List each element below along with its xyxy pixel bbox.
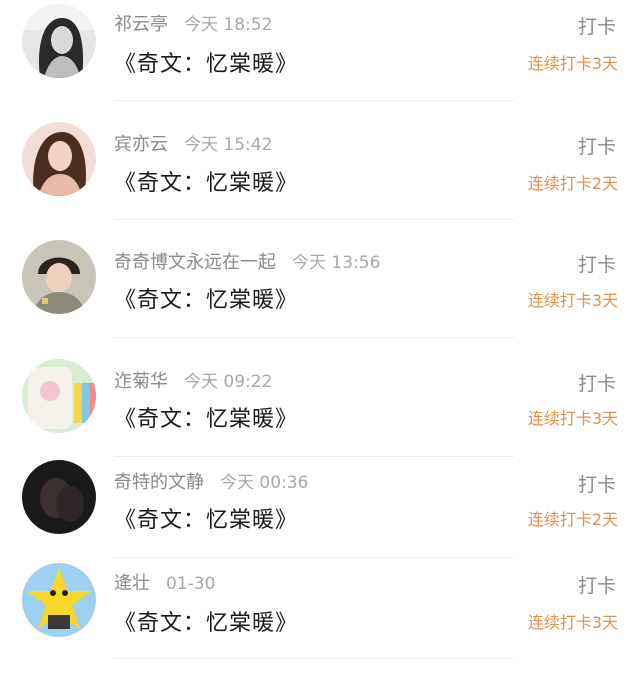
avatar[interactable]	[22, 460, 96, 534]
streak-badge: 连续打卡3天	[527, 291, 618, 310]
avatar[interactable]	[22, 359, 96, 433]
list-item[interactable]: 宾亦云 今天 15:42 《奇文：忆棠暖》 打卡 连续打卡2天	[0, 118, 640, 236]
streak-badge: 连续打卡3天	[527, 54, 618, 73]
meta: 奇奇博文永远在一起 今天 13:56	[114, 248, 380, 276]
meta: 宾亦云 今天 15:42	[114, 130, 272, 158]
streak-badge: 连续打卡2天	[527, 510, 618, 529]
timestamp: 今天 00:36	[220, 473, 309, 493]
avatar-image	[22, 563, 96, 637]
book-title[interactable]: 《奇文：忆棠暖》	[114, 165, 298, 197]
avatar-image	[22, 359, 96, 433]
book-title[interactable]: 《奇文：忆棠暖》	[114, 502, 298, 534]
avatar[interactable]	[22, 122, 96, 196]
divider	[114, 337, 514, 338]
list-item[interactable]: 奇特的文静 今天 00:36 《奇文：忆棠暖》 打卡 连续打卡2天	[0, 456, 640, 574]
list-item[interactable]: 奇奇博文永远在一起 今天 13:56 《奇文：忆棠暖》 打卡 连续打卡3天	[0, 236, 640, 354]
user-name[interactable]: 奇特的文静	[114, 472, 204, 493]
avatar[interactable]	[22, 240, 96, 314]
checkin-label: 打卡	[577, 474, 616, 496]
divider	[114, 219, 514, 220]
user-name[interactable]: 奇奇博文永远在一起	[114, 252, 276, 273]
user-name[interactable]: 逄壮	[114, 573, 150, 594]
timestamp: 01-30	[166, 574, 216, 594]
divider	[114, 658, 514, 659]
meta: 迮菊华 今天 09:22	[114, 367, 272, 395]
timestamp: 今天 18:52	[184, 15, 273, 35]
streak-badge: 连续打卡3天	[527, 613, 618, 632]
user-name[interactable]: 宾亦云	[114, 134, 168, 155]
checkin-label: 打卡	[577, 136, 616, 158]
streak-badge: 连续打卡2天	[527, 174, 618, 193]
book-title[interactable]: 《奇文：忆棠暖》	[114, 605, 298, 637]
checkin-label: 打卡	[577, 373, 616, 395]
book-title[interactable]: 《奇文：忆棠暖》	[114, 401, 298, 433]
avatar-image	[22, 4, 96, 78]
meta: 逄壮 01-30	[114, 569, 215, 597]
avatar-image	[22, 460, 96, 534]
checkin-label: 打卡	[577, 16, 616, 38]
user-name[interactable]: 祁云亭	[114, 14, 168, 35]
book-title[interactable]: 《奇文：忆棠暖》	[114, 46, 298, 78]
divider	[114, 100, 514, 101]
timestamp: 今天 13:56	[292, 253, 381, 273]
timestamp: 今天 09:22	[184, 372, 273, 392]
avatar-image	[22, 240, 96, 314]
avatar[interactable]	[22, 563, 96, 637]
streak-badge: 连续打卡3天	[527, 409, 618, 428]
checkin-label: 打卡	[577, 254, 616, 276]
meta: 奇特的文静 今天 00:36	[114, 468, 308, 496]
avatar-image	[22, 122, 96, 196]
checkin-list: 祁云亭 今天 18:52 《奇文：忆棠暖》 打卡 连续打卡3天 宾亦云 今天 15:…	[0, 0, 640, 661]
checkin-label: 打卡	[577, 575, 616, 597]
timestamp: 今天 15:42	[184, 135, 273, 155]
list-item[interactable]: 逄壮 01-30 《奇文：忆棠暖》 打卡 连续打卡3天	[0, 559, 640, 677]
avatar[interactable]	[22, 4, 96, 78]
user-name[interactable]: 迮菊华	[114, 371, 168, 392]
divider	[114, 557, 514, 558]
list-item[interactable]: 祁云亭 今天 18:52 《奇文：忆棠暖》 打卡 连续打卡3天	[0, 0, 640, 118]
book-title[interactable]: 《奇文：忆棠暖》	[114, 282, 298, 314]
meta: 祁云亭 今天 18:52	[114, 10, 272, 38]
